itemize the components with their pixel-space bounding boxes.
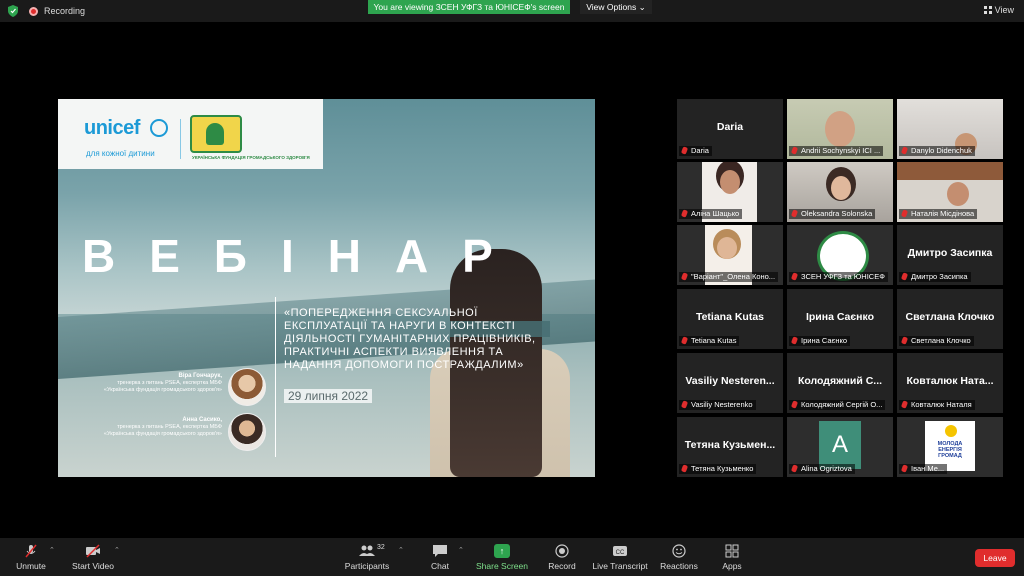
participant-name: Daria xyxy=(679,146,712,156)
participants-button[interactable]: Participants xyxy=(340,538,394,576)
chat-button[interactable]: Chat xyxy=(424,538,456,576)
apps-button[interactable]: Apps xyxy=(718,538,746,576)
participant-tile[interactable]: Дмитро Засипка Дмитро Засипка xyxy=(897,225,1003,285)
apps-icon xyxy=(725,544,739,558)
chevron-up-icon[interactable]: ⌃ xyxy=(458,546,464,554)
unicef-logo: unicef xyxy=(84,117,140,139)
participant-tile[interactable]: Наталія Місдінова xyxy=(897,162,1003,222)
speaker-info: Віра Гончарук, тренерка з питань PSEA, е… xyxy=(103,373,222,393)
speaker-avatar xyxy=(228,368,266,406)
participant-name: Ірина Саєнко xyxy=(789,336,851,346)
view-button[interactable]: View xyxy=(983,5,1014,15)
participant-tile[interactable]: "Варіант"_Олена Коно... xyxy=(677,225,783,285)
participant-name: Наталія Місдінова xyxy=(899,209,978,219)
globe-icon xyxy=(150,119,168,137)
live-transcript-button[interactable]: CC Live Transcript xyxy=(592,538,648,576)
slide-topic: «Попередження сексуальної експлуатації т… xyxy=(284,307,536,371)
participant-name: Ковталюк Наталя xyxy=(899,400,975,410)
leave-button[interactable]: Leave xyxy=(975,549,1015,567)
share-screen-icon: ↑ xyxy=(494,544,510,558)
participant-name: ЗСЕН УФГЗ та ЮНІСЕФ xyxy=(789,272,888,282)
participant-tile[interactable]: Ірина Саєнко Ірина Саєнко xyxy=(787,289,893,349)
participant-tile[interactable]: Колодяжний С... Колодяжний Сергій О... xyxy=(787,353,893,413)
record-icon xyxy=(555,544,569,558)
unicef-tagline: для кожної дитини xyxy=(86,149,155,158)
shield-icon[interactable] xyxy=(8,5,18,17)
video-off-icon xyxy=(86,544,100,558)
participant-name: Светлана Клочко xyxy=(899,336,974,346)
participant-tile[interactable]: Ковталюк Ната... Ковталюк Наталя xyxy=(897,353,1003,413)
speaker-info: Анна Сасико, тренерка з питань PSEA, екс… xyxy=(103,417,222,437)
share-screen-button[interactable]: ↑ Share Screen xyxy=(476,538,528,576)
speaker-avatar xyxy=(228,413,266,451)
participant-name: Тетяна Кузьменко xyxy=(679,464,757,474)
participant-name: Vasiliy Nesterenko xyxy=(679,400,756,410)
view-options-button[interactable]: View Options ⌄ xyxy=(580,0,652,14)
participant-name: Колодяжний Сергій О... xyxy=(789,400,886,410)
reactions-button[interactable]: Reactions xyxy=(660,538,698,576)
participant-name: Andrii Sochynskyi ICI ... xyxy=(789,146,884,156)
start-video-button[interactable]: Start Video xyxy=(70,538,116,576)
participant-name: Alina Ogriztova xyxy=(789,464,855,474)
microphone-muted-icon xyxy=(25,544,37,558)
participant-tile[interactable]: Danylo Didenchuk xyxy=(897,99,1003,159)
participants-icon xyxy=(359,545,375,556)
fund-logo xyxy=(190,115,242,153)
participants-count: 32 xyxy=(377,544,385,551)
participant-name: Дмитро Засипка xyxy=(899,272,971,282)
recording-label: Recording xyxy=(44,6,86,16)
unmute-button[interactable]: Unmute xyxy=(12,538,50,576)
record-button[interactable]: Record xyxy=(546,538,578,576)
participant-tile[interactable]: Светлана Клочко Светлана Клочко xyxy=(897,289,1003,349)
participant-name: Іван Ме... xyxy=(899,464,948,474)
participant-name: "Варіант"_Олена Коно... xyxy=(679,272,779,282)
chevron-up-icon[interactable]: ⌃ xyxy=(398,546,404,554)
recording-icon xyxy=(29,7,38,16)
participant-tile[interactable]: A Alina Ogriztova xyxy=(787,417,893,477)
participant-name: Oleksandra Solonska xyxy=(789,209,876,219)
participant-name: Аліна Шацько xyxy=(679,209,743,219)
participant-tile[interactable]: МОЛОДА ЕНЕРГІЯ ГРОМАД Іван Ме... xyxy=(897,417,1003,477)
captions-icon: CC xyxy=(613,546,627,556)
participant-tile[interactable]: Vasiliy Nesteren... Vasiliy Nesterenko xyxy=(677,353,783,413)
logo-panel: unicef для кожної дитини УКРАЇНСЬКА ФУНД… xyxy=(58,99,323,169)
fund-logo-text: УКРАЇНСЬКА ФУНДАЦІЯ ГРОМАДСЬКОГО ЗДОРОВ'… xyxy=(192,155,310,160)
svg-text:CC: CC xyxy=(616,550,625,556)
participant-tile[interactable]: Andrii Sochynskyi ICI ... xyxy=(787,99,893,159)
slide-date: 29 липня 2022 xyxy=(284,389,373,403)
participant-tile[interactable]: Аліна Шацько xyxy=(677,162,783,222)
viewing-banner: You are viewing ЗСЕН УФГЗ та ЮНІСЕФ's sc… xyxy=(368,0,570,14)
grid-icon xyxy=(983,6,992,14)
participant-tile[interactable]: Oleksandra Solonska xyxy=(787,162,893,222)
participant-name: Danylo Didenchuk xyxy=(899,146,975,156)
chevron-down-icon: ⌄ xyxy=(638,2,646,12)
chat-icon xyxy=(433,545,447,557)
participant-name: Tetiana Kutas xyxy=(679,336,740,346)
smiley-icon xyxy=(672,544,686,558)
participant-tile[interactable]: ЗСЕН УФГЗ та ЮНІСЕФ xyxy=(787,225,893,285)
chevron-up-icon[interactable]: ⌃ xyxy=(49,546,55,554)
participant-tile[interactable]: Daria Daria xyxy=(677,99,783,159)
slide-heading: ВЕБІНАР xyxy=(82,230,527,282)
top-bar: Recording You are viewing ЗСЕН УФГЗ та Ю… xyxy=(0,0,1024,22)
shared-screen: unicef для кожної дитини УКРАЇНСЬКА ФУНД… xyxy=(58,99,595,477)
meeting-toolbar: Unmute ⌃ Start Video ⌃ Participants 32 ⌃… xyxy=(0,538,1024,576)
chevron-up-icon[interactable]: ⌃ xyxy=(114,546,120,554)
participant-tile[interactable]: Tetiana Kutas Tetiana Kutas xyxy=(677,289,783,349)
participant-tile[interactable]: Тетяна Кузьмен... Тетяна Кузьменко xyxy=(677,417,783,477)
avatar: A xyxy=(819,421,861,469)
